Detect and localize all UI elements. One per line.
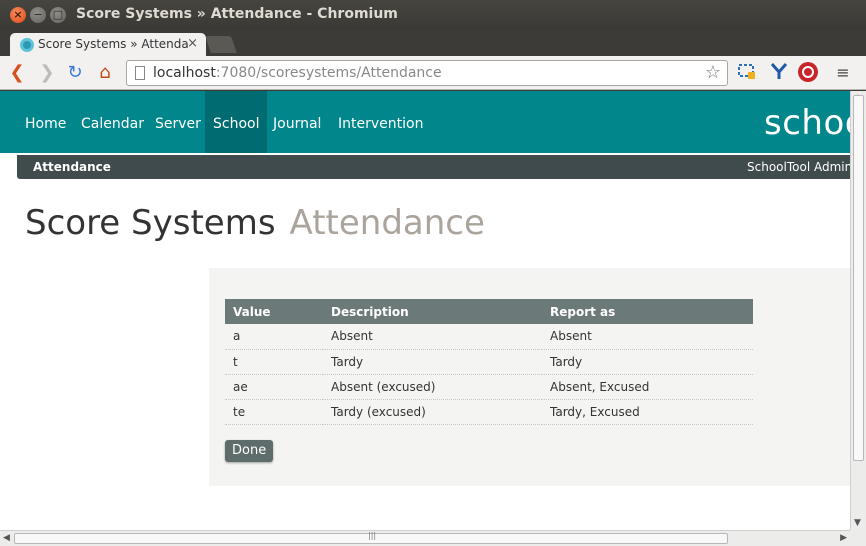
table-row: te Tardy (excused) Tardy, Excused	[225, 399, 753, 425]
forward-icon[interactable]: ❯	[36, 62, 58, 84]
browser-menu-icon[interactable]: ≡	[832, 62, 854, 84]
cell-description: Tardy	[323, 349, 542, 375]
scroll-down-icon[interactable]: ▼	[854, 518, 861, 528]
table-header-row: Value Description Report as	[225, 299, 753, 324]
table-row: ae Absent (excused) Absent, Excused	[225, 374, 753, 400]
sub-navbar: Attendance SchoolTool Adminis	[17, 155, 850, 179]
window-maximize-icon[interactable]: □	[50, 7, 66, 23]
browser-toolbar: ❮ ❯ ↻ ⌂ localhost:7080/scoresystems/Atte…	[0, 56, 866, 90]
bookmark-star-icon[interactable]: ☆	[705, 62, 721, 83]
url-host: localhost	[153, 65, 216, 81]
nav-journal[interactable]: Journal	[265, 91, 329, 153]
window-titlebar: × − □ Score Systems » Attendance - Chrom…	[0, 0, 866, 30]
cell-description: Tardy (excused)	[323, 399, 542, 425]
url-path: :7080/scoresystems/Attendance	[215, 65, 442, 81]
scroll-right-icon[interactable]: ▶	[840, 533, 847, 543]
window-title: Score Systems » Attendance - Chromium	[76, 6, 398, 22]
cell-value: ae	[225, 374, 323, 400]
scrollbar-corner	[850, 530, 866, 546]
page-viewport: Home Calendar Server School Journal Inte…	[0, 91, 850, 530]
done-button[interactable]: Done	[225, 440, 274, 462]
content-panel: Value Description Report as a Absent Abs…	[209, 268, 850, 486]
url-text[interactable]: localhost:7080/scoresystems/Attendance	[153, 65, 442, 81]
tab-strip: Score Systems » Attendance ×	[0, 30, 866, 56]
cell-report-as: Absent, Excused	[542, 374, 753, 400]
subnav-attendance[interactable]: Attendance	[33, 160, 111, 174]
vertical-scrollbar[interactable]: ▲ ▼	[850, 91, 866, 530]
brand-logo-text[interactable]: schoo	[764, 103, 850, 143]
nav-home[interactable]: Home	[17, 91, 74, 153]
column-header-report-as: Report as	[542, 299, 753, 324]
y-extension-icon[interactable]	[768, 61, 790, 83]
window-minimize-icon[interactable]: −	[30, 7, 46, 23]
window-close-icon[interactable]: ×	[10, 7, 26, 23]
page-title-main: Score Systems	[25, 203, 276, 243]
browser-tab[interactable]: Score Systems » Attendance ×	[10, 33, 206, 56]
stop-extension-icon[interactable]	[798, 62, 818, 82]
cell-value: a	[225, 324, 323, 350]
table-row: t Tardy Tardy	[225, 349, 753, 375]
back-icon[interactable]: ❮	[6, 62, 28, 84]
cell-value: t	[225, 349, 323, 375]
nav-calendar[interactable]: Calendar	[73, 91, 152, 153]
tab-close-icon[interactable]: ×	[187, 36, 198, 51]
screenshot-extension-icon[interactable]	[736, 61, 758, 83]
page-title: Score Systems Attendance	[25, 203, 485, 243]
favicon-icon	[20, 38, 34, 52]
cell-value: te	[225, 399, 323, 425]
address-bar[interactable]: localhost:7080/scoresystems/Attendance ☆	[126, 60, 728, 86]
scroll-grip-icon: |||	[368, 531, 377, 540]
nav-school[interactable]: School	[205, 91, 268, 153]
page-title-sub: Attendance	[289, 203, 485, 243]
vertical-scroll-thumb[interactable]	[853, 95, 864, 461]
main-navbar: Home Calendar Server School Journal Inte…	[0, 91, 850, 153]
column-header-description: Description	[323, 299, 542, 324]
nav-intervention[interactable]: Intervention	[330, 91, 431, 153]
new-tab-button[interactable]	[205, 36, 237, 53]
nav-server[interactable]: Server	[147, 91, 209, 153]
tab-title: Score Systems » Attendance	[38, 37, 188, 51]
home-icon[interactable]: ⌂	[94, 62, 116, 84]
page-icon	[135, 66, 145, 80]
user-menu[interactable]: SchoolTool Adminis	[747, 160, 850, 174]
cell-report-as: Tardy, Excused	[542, 399, 753, 425]
cell-description: Absent	[323, 324, 542, 350]
column-header-value: Value	[225, 299, 323, 324]
score-system-table: Value Description Report as a Absent Abs…	[225, 299, 753, 425]
scroll-left-icon[interactable]: ◀	[3, 533, 10, 543]
cell-report-as: Absent	[542, 324, 753, 350]
horizontal-scrollbar[interactable]: ◀ ||| ▶	[0, 530, 850, 546]
table-row: a Absent Absent	[225, 324, 753, 350]
cell-description: Absent (excused)	[323, 374, 542, 400]
reload-icon[interactable]: ↻	[64, 62, 86, 84]
cell-report-as: Tardy	[542, 349, 753, 375]
